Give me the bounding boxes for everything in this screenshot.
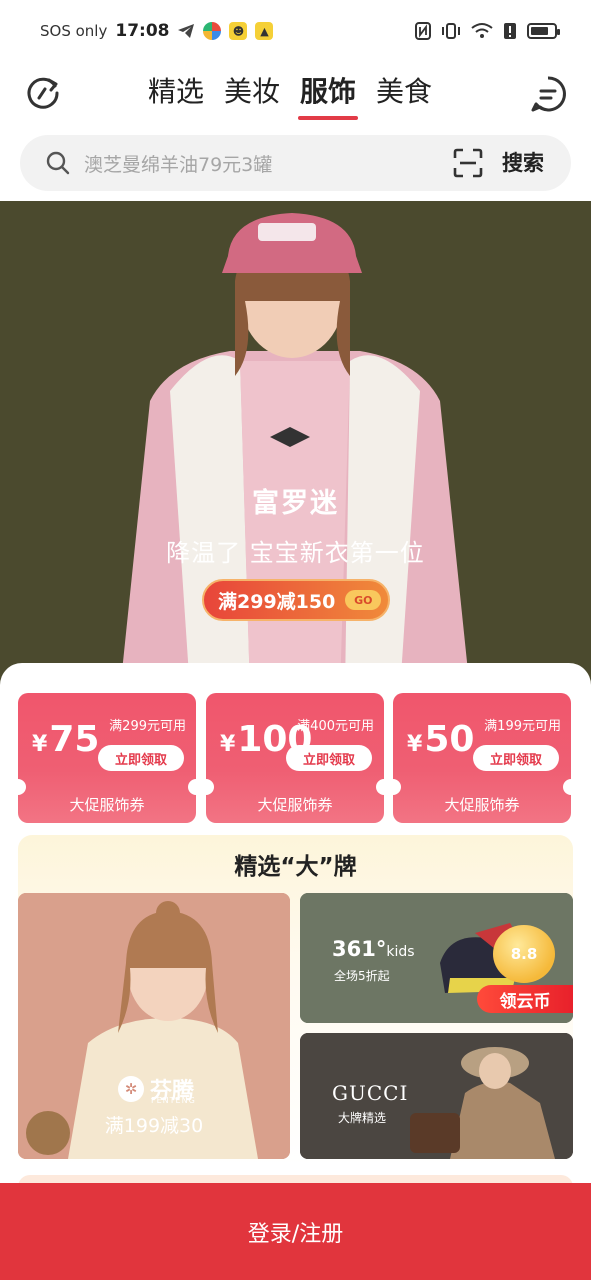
brand-card-361[interactable]: 361°kids 全场5折起 8.8 领云币 xyxy=(300,893,573,1023)
coupon-amount: ¥75 xyxy=(32,719,100,760)
vibrate-icon xyxy=(442,23,460,39)
coupon-condition: 满299元可用 xyxy=(109,719,186,734)
search-area: 澳芝曼绵羊油79元3罐 搜索 xyxy=(0,126,591,201)
status-left: SOS only 17:08 ☻ ▲ xyxy=(40,21,274,41)
coupon-name: 大促服饰券 xyxy=(69,796,145,814)
tab-selected[interactable]: 精选 xyxy=(148,70,204,114)
alert-icon xyxy=(504,23,516,39)
fenteng-logo-icon: ✲ xyxy=(118,1076,144,1102)
status-bar: SOS only 17:08 ☻ ▲ xyxy=(0,0,591,62)
coupon-card[interactable]: ¥100 满400元可用 立即领取 大促服饰券 xyxy=(206,693,384,823)
category-tabs: 精选 美妆 服饰 美食 xyxy=(148,70,432,120)
app-notification-icon xyxy=(203,22,222,40)
coupon-card[interactable]: ¥75 满299元可用 立即领取 大促服饰券 xyxy=(18,693,196,823)
coupon-name: 大促服饰券 xyxy=(257,796,333,814)
claim-coupon-button[interactable]: 立即领取 xyxy=(473,745,559,771)
coupon-amount: ¥50 xyxy=(407,719,475,760)
tab-apparel[interactable]: 服饰 xyxy=(298,70,359,120)
coin-icon: 8.8 xyxy=(493,925,555,983)
search-icon xyxy=(46,151,70,175)
coupon-card[interactable]: ¥50 满199元可用 立即领取 大促服饰券 xyxy=(393,693,571,823)
banner-brand: 富罗迷 xyxy=(252,488,339,519)
search-placeholder: 澳芝曼绵羊油79元3罐 xyxy=(84,153,273,176)
login-register-button[interactable]: 登录/注册 xyxy=(0,1183,591,1280)
search-input[interactable]: 澳芝曼绵羊油79元3罐 搜索 xyxy=(20,135,571,191)
fenteng-promo: 满199减30 xyxy=(104,1115,204,1137)
claim-coupon-button[interactable]: 立即领取 xyxy=(286,745,372,771)
gucci-promo: 大牌精选 xyxy=(338,1111,387,1125)
section-title: 精选“大”牌 xyxy=(234,854,357,880)
fenteng-brand-sub: FENTENG xyxy=(151,1096,196,1105)
coupon-condition: 满400元可用 xyxy=(297,719,374,734)
gucci-logo: GUCCI xyxy=(332,1081,409,1105)
clock: 17:08 xyxy=(115,21,170,41)
scan-icon[interactable] xyxy=(453,148,483,178)
search-button[interactable]: 搜索 xyxy=(502,145,544,181)
status-right xyxy=(415,22,560,40)
banner-slogan: 降温了 宝宝新衣第一位 xyxy=(166,539,425,567)
tab-beauty[interactable]: 美妆 xyxy=(224,70,280,114)
claim-coupon-button[interactable]: 立即领取 xyxy=(98,745,184,771)
banner-cta-button[interactable]: 满299减150 GO xyxy=(202,579,390,621)
claim-coin-button[interactable]: 领云币 xyxy=(477,985,573,1013)
brand-card-gucci[interactable]: GUCCI 大牌精选 xyxy=(300,1033,573,1159)
brand-card-fenteng[interactable]: ✲ 芬腾 FENTENG 满199减30 xyxy=(18,893,290,1159)
brand-361-promo: 全场5折起 xyxy=(334,969,390,983)
message-icon[interactable] xyxy=(528,74,568,114)
nfc-icon xyxy=(415,22,431,40)
refresh-icon[interactable] xyxy=(24,74,62,112)
telegram-icon xyxy=(178,24,195,38)
carrier-text: SOS only xyxy=(40,22,108,40)
battery-icon xyxy=(527,23,560,39)
brand-361-logo: 361°kids xyxy=(332,937,415,961)
login-register-label: 登录/注册 xyxy=(247,1221,344,1247)
app-notification-icon-2: ☻ xyxy=(229,22,248,40)
coupon-condition: 满199元可用 xyxy=(484,719,561,734)
featured-brands-section: 精选“大”牌 ✲ 芬腾 FENTENG 满199减30 361°kids 全场5… xyxy=(18,835,573,1167)
coupon-name: 大促服饰券 xyxy=(444,796,520,814)
tab-food[interactable]: 美食 xyxy=(376,70,432,114)
top-nav: 精选 美妆 服饰 美食 xyxy=(0,62,591,126)
app-notification-icon-3: ▲ xyxy=(255,22,274,40)
promo-banner[interactable]: 富罗迷 降温了 宝宝新衣第一位 满299减150 GO xyxy=(0,201,591,691)
banner-cta-label: 满299减150 xyxy=(218,590,336,613)
go-badge: GO xyxy=(345,590,382,610)
wifi-icon xyxy=(471,23,493,38)
